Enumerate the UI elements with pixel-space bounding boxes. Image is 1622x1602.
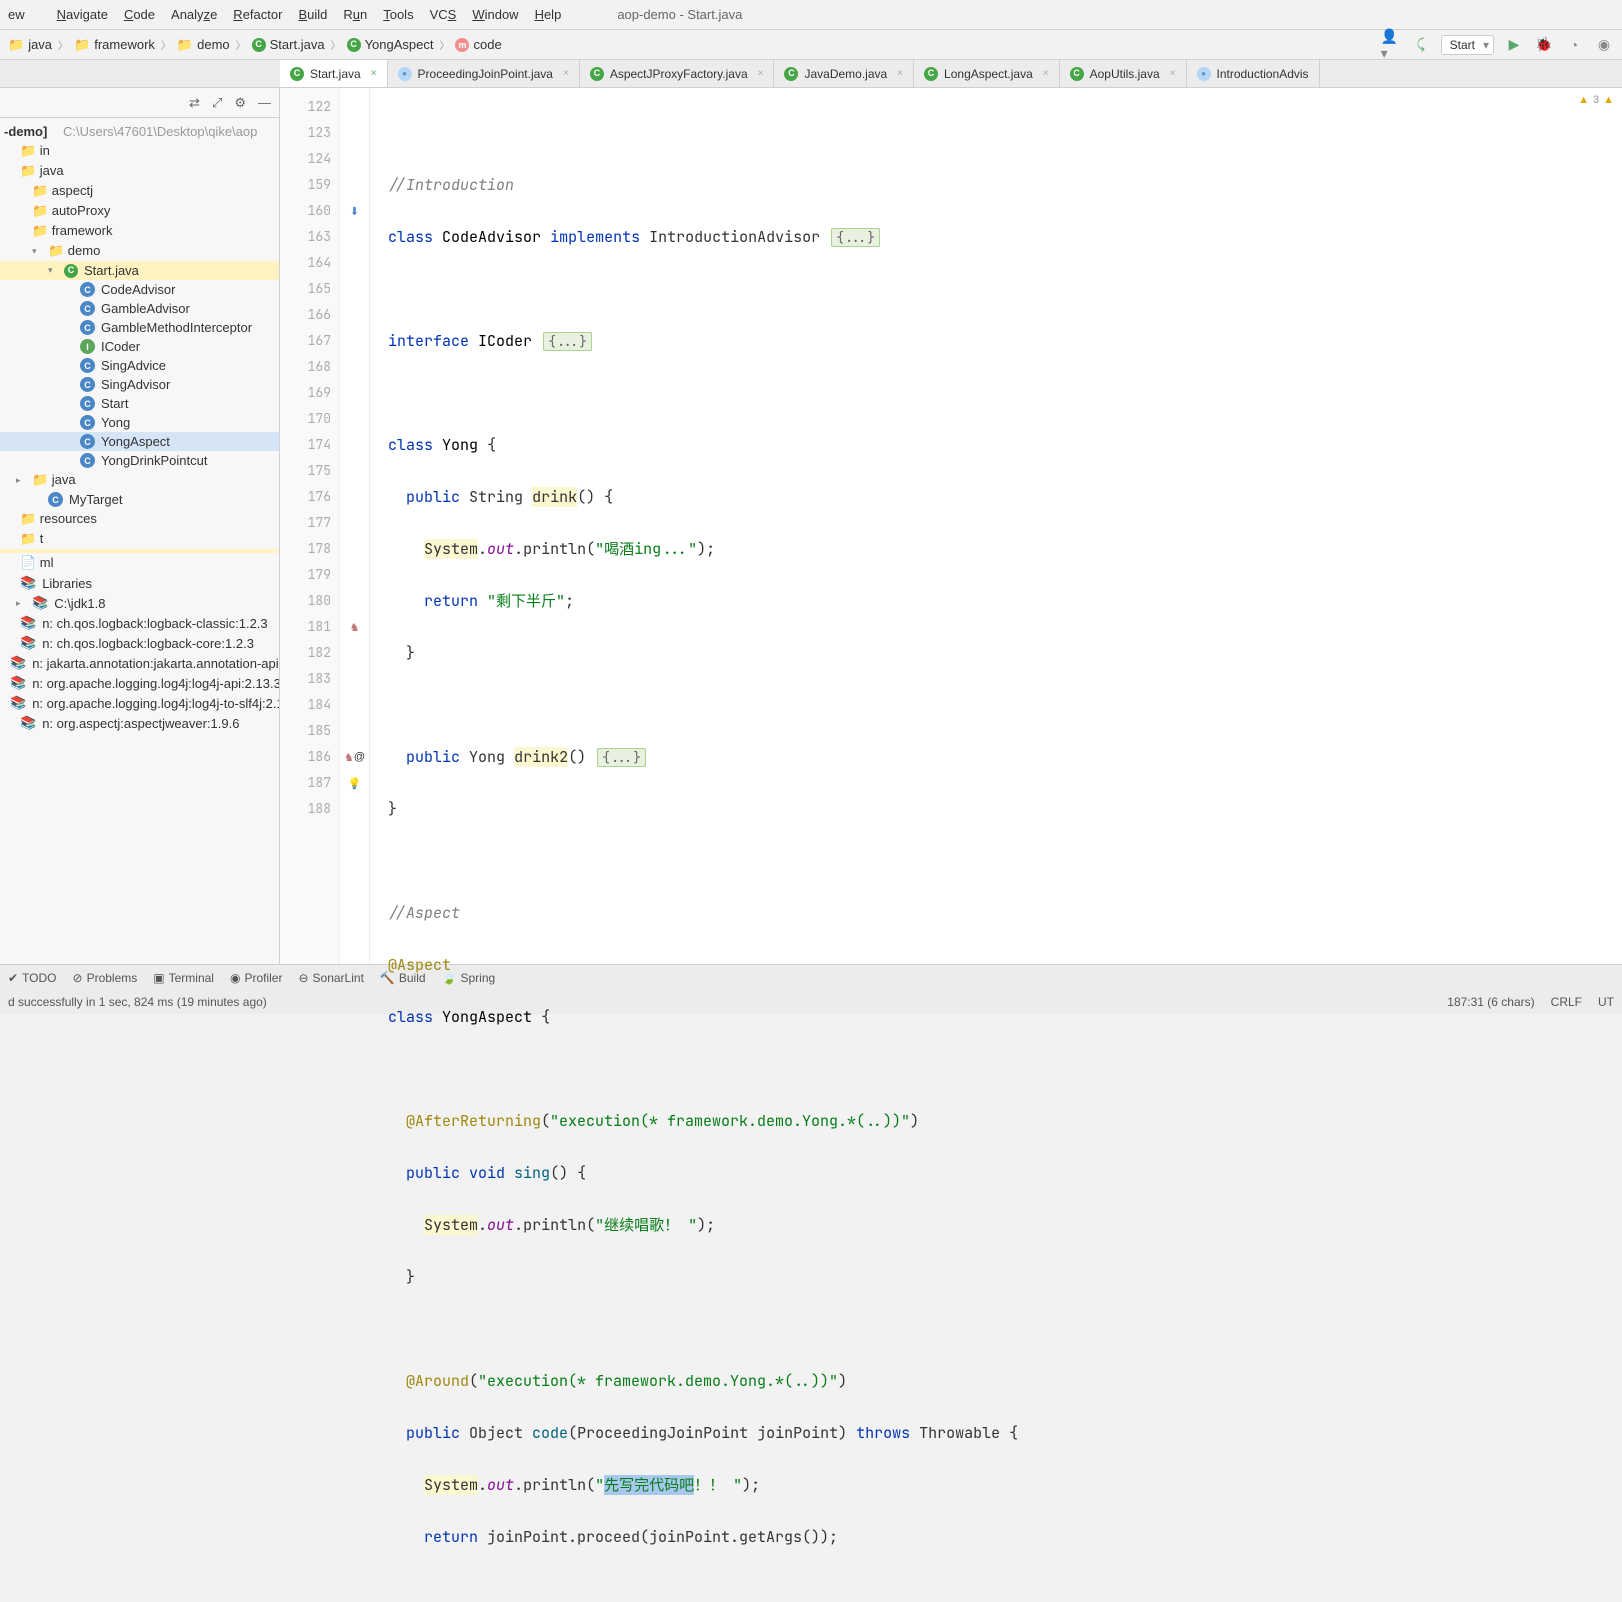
tree-hide-icon[interactable]: — — [258, 95, 271, 110]
tree-item[interactable]: C YongDrinkPointcut — [0, 451, 279, 470]
tree-item[interactable]: 📚 n: org.apache.logging.log4j:log4j-api:… — [0, 673, 279, 693]
project-tool-window: ⇄ ⤢ ⚙ — -demo] C:\Users\47601\Desktop\qi… — [0, 88, 280, 964]
close-icon[interactable]: × — [563, 68, 569, 79]
tab-proceedingjp[interactable]: ProceedingJoinPoint.java× — [388, 60, 580, 87]
window-title: aop-demo - Start.java — [617, 7, 742, 22]
tab-longaspect[interactable]: CLongAspect.java× — [914, 60, 1060, 87]
close-icon[interactable]: × — [897, 68, 903, 79]
build-icon[interactable]: ⤹ — [1411, 35, 1431, 55]
tab-javademo[interactable]: CJavaDemo.java× — [774, 60, 914, 87]
menu-ew[interactable]: ew — [8, 7, 41, 22]
tree-settings-icon[interactable]: ⚙ — [234, 95, 246, 111]
menu-tools[interactable]: Tools — [383, 7, 413, 22]
coverage-icon[interactable]: ◔ — [1564, 35, 1584, 55]
crumb-class[interactable]: CYongAspect — [347, 37, 434, 52]
tab-start[interactable]: CStart.java× — [280, 60, 388, 87]
tree-item[interactable]: 📚 n: org.aspectj:aspectjweaver:1.9.6 — [0, 713, 279, 733]
menu-window[interactable]: Window — [472, 7, 518, 22]
menu-run[interactable]: Run — [343, 7, 367, 22]
close-icon[interactable]: × — [371, 68, 377, 79]
tree-item[interactable]: C Yong — [0, 413, 279, 432]
tree-item[interactable]: C CodeAdvisor — [0, 280, 279, 299]
crumb-java[interactable]: 📁 java — [8, 37, 52, 53]
menu-bar: ew Navigate Code Analyze Refactor Build … — [0, 0, 1622, 30]
tree-item[interactable]: C MyTarget — [0, 490, 279, 509]
gutter-icons: ⬇♞♞ @💡 — [340, 88, 370, 964]
tree-item[interactable]: ▸📚 C:\jdk1.8 — [0, 593, 279, 613]
close-icon[interactable]: × — [758, 68, 764, 79]
tree-item[interactable]: C Start — [0, 394, 279, 413]
tree-item[interactable]: C SingAdvice — [0, 356, 279, 375]
tree-item[interactable]: 📁 aspectj — [0, 181, 279, 201]
tab-aoputils[interactable]: CAopUtils.java× — [1060, 60, 1187, 87]
tree-item[interactable]: C GambleAdvisor — [0, 299, 279, 318]
tree-item[interactable]: 📁 resources — [0, 509, 279, 529]
tab-aspectjpf[interactable]: CAspectJProxyFactory.java× — [580, 60, 775, 87]
code-editor[interactable]: 1221231241591601631641651661671681691701… — [280, 88, 1622, 964]
tree-item[interactable]: 📁 t — [0, 529, 279, 549]
line-gutter: 1221231241591601631641651661671681691701… — [280, 88, 340, 964]
status-profiler[interactable]: ◉ Profiler — [230, 971, 283, 985]
inspection-summary[interactable]: ▲3 ▲ — [1578, 94, 1614, 106]
status-terminal[interactable]: ▣ Terminal — [153, 971, 214, 985]
tree-item[interactable]: ▸📁 java — [0, 470, 279, 490]
tree-item[interactable]: 📁 autoProxy — [0, 201, 279, 221]
menu-analyze[interactable]: Analyze — [171, 7, 217, 22]
menu-help[interactable]: Help — [535, 7, 562, 22]
close-icon[interactable]: × — [1043, 68, 1049, 79]
tree-expand-icon[interactable]: ⤢ — [212, 95, 222, 111]
tree-item[interactable]: 📚 n: ch.qos.logback:logback-core:1.2.3 — [0, 633, 279, 653]
status-todo[interactable]: ✔ TODO — [8, 971, 57, 985]
run-config-select[interactable]: Start — [1441, 35, 1494, 55]
menu-build[interactable]: Build — [298, 7, 327, 22]
crumb-demo[interactable]: 📁 demo — [177, 37, 230, 53]
tree-item[interactable]: ▾📁 demo — [0, 241, 279, 261]
crumb-method[interactable]: mcode — [455, 37, 501, 52]
tree-item[interactable]: 📁 in — [0, 141, 279, 161]
navigation-bar: 📁 java〉 📁 framework〉 📁 demo〉 CStart.java… — [0, 30, 1622, 60]
crumb-framework[interactable]: 📁 framework — [74, 37, 155, 53]
menu-vcs[interactable]: VCS — [430, 7, 457, 22]
menu-navigate[interactable]: Navigate — [57, 7, 108, 22]
close-icon[interactable]: × — [1170, 68, 1176, 79]
debug-icon[interactable]: 🐞 — [1534, 35, 1554, 55]
tree-item[interactable]: 📁 java — [0, 161, 279, 181]
tree-item[interactable]: C GambleMethodInterceptor — [0, 318, 279, 337]
build-message: d successfully in 1 sec, 824 ms (19 minu… — [8, 995, 267, 1009]
run-icon[interactable]: ▶ — [1504, 35, 1524, 55]
menu-code[interactable]: Code — [124, 7, 155, 22]
user-icon[interactable]: 👤▾ — [1381, 35, 1401, 55]
tree-item[interactable]: 📄 ml — [0, 553, 279, 573]
tree-item[interactable]: I ICoder — [0, 337, 279, 356]
tree-item[interactable]: 📚 n: jakarta.annotation:jakarta.annotati… — [0, 653, 279, 673]
tab-introductionadvis[interactable]: IntroductionAdvis — [1187, 60, 1320, 87]
tree-item[interactable]: 📁 framework — [0, 221, 279, 241]
tree-item[interactable]: ▾C Start.java — [0, 261, 279, 280]
code-area[interactable]: //Introduction class CodeAdvisor impleme… — [370, 88, 1622, 964]
editor-tabs: CStart.java× ProceedingJoinPoint.java× C… — [0, 60, 1622, 88]
status-sonarlint[interactable]: ⊖ SonarLint — [298, 971, 363, 985]
status-problems[interactable]: ⊘ Problems — [73, 971, 138, 985]
tree-item[interactable]: C YongAspect — [0, 432, 279, 451]
tree-item[interactable]: 📚 n: org.apache.logging.log4j:log4j-to-s… — [0, 693, 279, 713]
project-tree[interactable]: -demo] C:\Users\47601\Desktop\qike\aop 📁… — [0, 118, 279, 737]
tree-appearance-icon[interactable]: ⇄ — [189, 95, 200, 111]
tree-item[interactable]: 📚 n: ch.qos.logback:logback-classic:1.2.… — [0, 613, 279, 633]
proj-root[interactable]: -demo] C:\Users\47601\Desktop\qike\aop — [0, 122, 279, 141]
tree-item[interactable]: 📚 Libraries — [0, 573, 279, 593]
tree-item[interactable]: C SingAdvisor — [0, 375, 279, 394]
crumb-file[interactable]: CStart.java — [252, 37, 325, 52]
profile-icon[interactable]: ◉ — [1594, 35, 1614, 55]
menu-refactor[interactable]: Refactor — [233, 7, 282, 22]
